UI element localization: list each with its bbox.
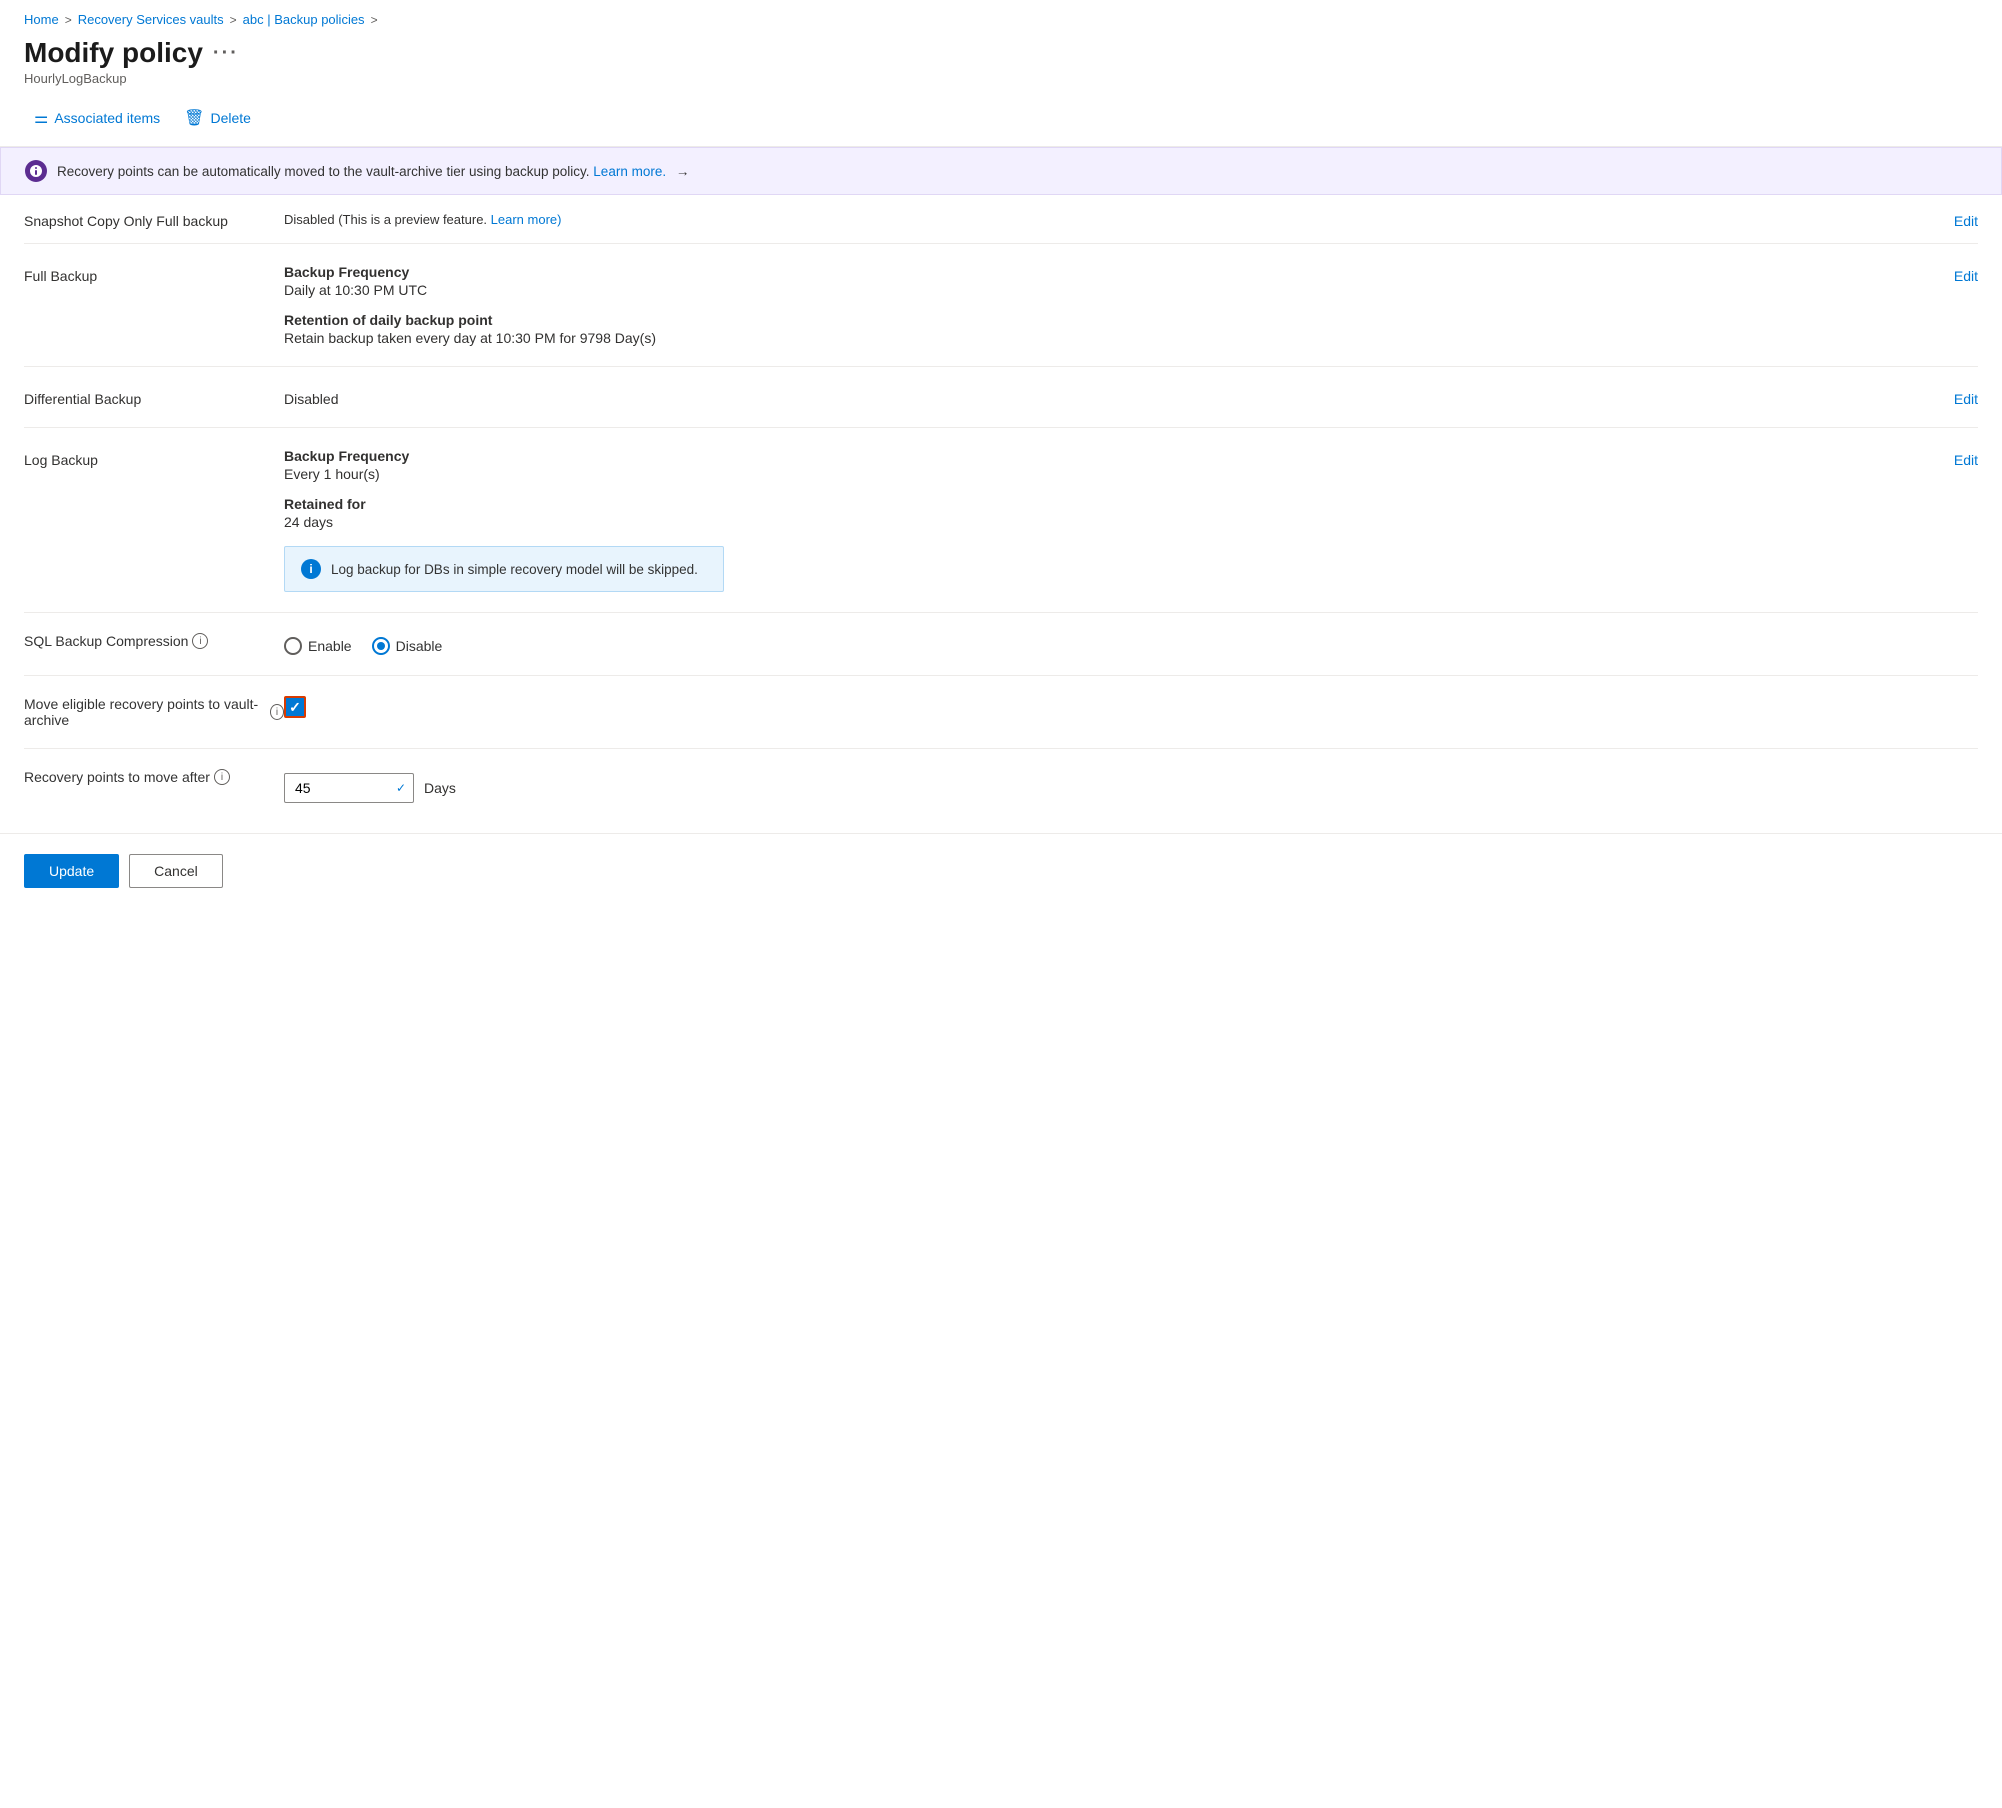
recovery-points-label: Recovery points to move after — [24, 769, 210, 785]
radio-disable-outer — [372, 637, 390, 655]
vault-archive-checkbox[interactable]: ✓ — [284, 696, 306, 718]
radio-disable-inner — [377, 642, 385, 650]
differential-backup-edit-link[interactable]: Edit — [1954, 391, 1978, 407]
banner-arrow: → — [676, 164, 690, 179]
full-backup-freq-value: Daily at 10:30 PM UTC — [284, 282, 1878, 298]
vault-archive-row: Move eligible recovery points to vault-a… — [24, 676, 1978, 749]
recovery-points-info-icon[interactable]: i — [214, 769, 230, 785]
log-backup-content: Backup Frequency Every 1 hour(s) Retaine… — [284, 448, 1898, 592]
breadcrumb-home[interactable]: Home — [24, 12, 59, 27]
log-backup-retained-label: Retained for — [284, 496, 1878, 512]
radio-group: Enable Disable — [284, 633, 1878, 655]
vault-archive-label: Move eligible recovery points to vault-a… — [24, 696, 266, 728]
full-backup-edit-link[interactable]: Edit — [1954, 268, 1978, 284]
snapshot-edit-cell: Edit — [1898, 209, 1978, 229]
page-title-text: Modify policy — [24, 37, 203, 69]
vault-archive-content: ✓ — [284, 696, 1898, 718]
differential-backup-content: Disabled — [284, 387, 1898, 407]
full-backup-label: Full Backup — [24, 264, 284, 284]
breadcrumb-vaults[interactable]: Recovery Services vaults — [78, 12, 224, 27]
breadcrumb-policies[interactable]: abc | Backup policies — [243, 12, 365, 27]
checkmark-icon: ✓ — [289, 699, 301, 716]
sql-compression-label-container: SQL Backup Compression i — [24, 633, 284, 649]
log-backup-edit-link[interactable]: Edit — [1954, 452, 1978, 468]
log-backup-retained-value: 24 days — [284, 514, 1878, 530]
toolbar: ⚌ Associated items 🗑 Delete — [0, 94, 2002, 147]
log-backup-info-text: Log backup for DBs in simple recovery mo… — [331, 562, 698, 577]
radio-enable-outer — [284, 637, 302, 655]
radio-disable-label: Disable — [396, 638, 443, 654]
full-backup-row: Full Backup Backup Frequency Daily at 10… — [24, 244, 1978, 367]
delete-button[interactable]: 🗑 Delete — [174, 102, 261, 134]
breadcrumb: Home > Recovery Services vaults > abc | … — [0, 0, 2002, 33]
delete-icon: 🗑 — [184, 108, 204, 128]
page-subtitle: HourlyLogBackup — [24, 71, 1978, 86]
banner-text: Recovery points can be automatically mov… — [57, 164, 689, 179]
log-backup-row: Log Backup Backup Frequency Every 1 hour… — [24, 428, 1978, 613]
snapshot-edit-link[interactable]: Edit — [1954, 213, 1978, 229]
vault-archive-info-icon[interactable]: i — [270, 704, 284, 720]
snapshot-label: Snapshot Copy Only Full backup — [24, 209, 284, 229]
log-backup-freq-value: Every 1 hour(s) — [284, 466, 1878, 482]
full-backup-edit-cell: Edit — [1898, 264, 1978, 284]
radio-enable[interactable]: Enable — [284, 637, 352, 655]
log-backup-freq-label: Backup Frequency — [284, 448, 1878, 464]
differential-backup-label: Differential Backup — [24, 387, 284, 407]
recovery-points-select[interactable]: 45 30 60 90 — [284, 773, 414, 803]
page-more-options[interactable]: ··· — [213, 42, 239, 65]
sql-compression-info-icon[interactable]: i — [192, 633, 208, 649]
vault-archive-label-container: Move eligible recovery points to vault-a… — [24, 696, 284, 728]
info-circle-icon: i — [301, 559, 321, 579]
recovery-points-row: Recovery points to move after i 45 30 60… — [24, 749, 1978, 823]
differential-backup-edit-cell: Edit — [1898, 387, 1978, 407]
associated-items-button[interactable]: ⚌ Associated items — [24, 102, 170, 134]
banner-learn-more[interactable]: Learn more. — [593, 164, 666, 179]
recovery-points-content: 45 30 60 90 ✓ Days — [284, 769, 1898, 803]
content-area: Snapshot Copy Only Full backup Disabled … — [0, 195, 2002, 823]
info-banner: Recovery points can be automatically mov… — [0, 147, 2002, 195]
snapshot-value: Disabled (This is a preview feature. Lea… — [284, 211, 1898, 227]
footer-section: Update Cancel — [0, 833, 2002, 908]
log-backup-edit-cell: Edit — [1898, 448, 1978, 468]
page-title-section: Modify policy ··· HourlyLogBackup — [0, 33, 2002, 94]
banner-icon — [25, 160, 47, 182]
differential-backup-row: Differential Backup Disabled Edit — [24, 367, 1978, 428]
associated-items-icon: ⚌ — [34, 108, 48, 128]
full-backup-retention-value: Retain backup taken every day at 10:30 P… — [284, 330, 1878, 346]
sql-compression-content: Enable Disable — [284, 633, 1898, 655]
log-backup-label: Log Backup — [24, 448, 284, 468]
recovery-points-label-container: Recovery points to move after i — [24, 769, 284, 785]
cancel-button[interactable]: Cancel — [129, 854, 223, 888]
days-label: Days — [424, 780, 456, 796]
full-backup-freq-label: Backup Frequency — [284, 264, 1878, 280]
full-backup-content: Backup Frequency Daily at 10:30 PM UTC R… — [284, 264, 1898, 346]
snapshot-row: Snapshot Copy Only Full backup Disabled … — [24, 195, 1978, 244]
snapshot-learn-more[interactable]: Learn more) — [491, 212, 562, 227]
radio-enable-label: Enable — [308, 638, 352, 654]
log-backup-info-box: i Log backup for DBs in simple recovery … — [284, 546, 724, 592]
sql-compression-row: SQL Backup Compression i Enable Disable — [24, 613, 1978, 676]
update-button[interactable]: Update — [24, 854, 119, 888]
radio-disable[interactable]: Disable — [372, 637, 443, 655]
full-backup-retention-label: Retention of daily backup point — [284, 312, 1878, 328]
sql-compression-label: SQL Backup Compression — [24, 633, 188, 649]
differential-backup-value: Disabled — [284, 387, 1878, 407]
recovery-points-dropdown-wrapper: 45 30 60 90 ✓ — [284, 773, 414, 803]
